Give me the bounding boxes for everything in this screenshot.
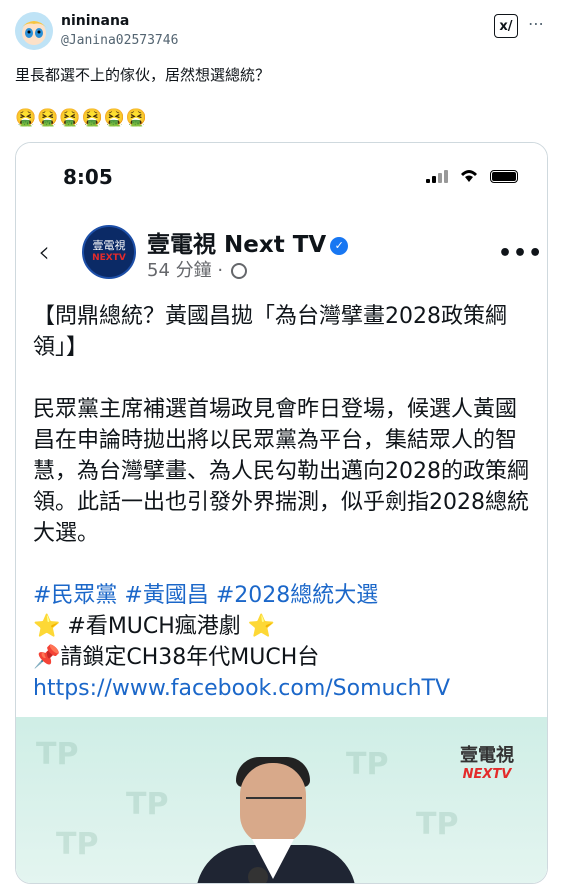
tweet-media[interactable]: 8:05 ‹ 壹電視 NEXTV 壹電視 Next TV ✓ 54 分鐘 · •… — [15, 142, 548, 884]
post-body: 【問鼎總統？黃國昌拋「為台灣擘畫2028政策綱領」】 民眾黨主席補選首場政見會昨… — [33, 301, 533, 704]
post-url: https://www.facebook.com/SomuchTV — [33, 676, 451, 701]
user-avatar[interactable] — [15, 12, 53, 50]
signal-icon — [426, 170, 448, 183]
tweet: nininana @Janina02573746 x/ ⋯ 里長都選不上的傢伙，… — [0, 0, 563, 884]
page-name: 壹電視 Next TV ✓ — [147, 225, 349, 259]
display-name[interactable]: nininana — [61, 13, 129, 29]
glasses — [246, 797, 302, 811]
grok-icon[interactable]: x/ — [494, 14, 518, 38]
post-much-line: ⭐ #看MUCH瘋港劇 ⭐ — [33, 614, 276, 639]
avatar-logo-cn: 壹電視 — [92, 239, 126, 252]
news-photo: TP TP TP TP TP 壹電視 NEXTV — [16, 717, 547, 883]
page-name-text: 壹電視 Next TV — [147, 232, 327, 258]
wifi-icon — [461, 170, 477, 182]
user-handle[interactable]: @Janina02573746 — [61, 33, 178, 48]
status-time: 8:05 — [63, 165, 113, 189]
tweet-text: 里長都選不上的傢伙，居然想選總統？ — [15, 66, 271, 84]
post-paragraph: 民眾黨主席補選首場政見會昨日登場，候選人黃國昌在申論時拋出將以民眾黨為平台，集結… — [33, 397, 529, 546]
logo-cn: 壹電視 — [460, 745, 514, 766]
status-icons — [426, 167, 518, 183]
post-hashtags: #民眾黨 #黃國昌 #2028總統大選 — [33, 583, 379, 608]
post-time: 54 分鐘 · — [147, 256, 247, 282]
post-title: 【問鼎總統？黃國昌拋「為台灣擘畫2028政策綱領」】 — [33, 304, 507, 360]
microphone-icon — [248, 867, 268, 883]
back-icon: ‹ — [38, 235, 50, 270]
avatar-logo-en: NEXTV — [92, 253, 126, 263]
tweet-emojis: 🤮🤮🤮🤮🤮🤮 — [15, 108, 149, 128]
logo-en: NEXTV — [462, 767, 512, 782]
post-more-icon: ••• — [498, 241, 544, 266]
battery-icon — [490, 170, 518, 183]
page-avatar: 壹電視 NEXTV — [82, 225, 136, 279]
post-time-text: 54 分鐘 · — [147, 260, 224, 281]
nexttv-logo: 壹電視 NEXTV — [460, 741, 514, 782]
more-options-icon[interactable]: ⋯ — [528, 14, 545, 33]
facebook-post-screenshot: 8:05 ‹ 壹電視 NEXTV 壹電視 Next TV ✓ 54 分鐘 · •… — [16, 143, 547, 883]
verified-icon: ✓ — [330, 236, 349, 255]
post-channel-line: 📌請鎖定CH38年代MUCH台 — [33, 645, 320, 670]
globe-icon — [230, 263, 247, 279]
powerpuff-avatar-icon — [15, 12, 53, 50]
